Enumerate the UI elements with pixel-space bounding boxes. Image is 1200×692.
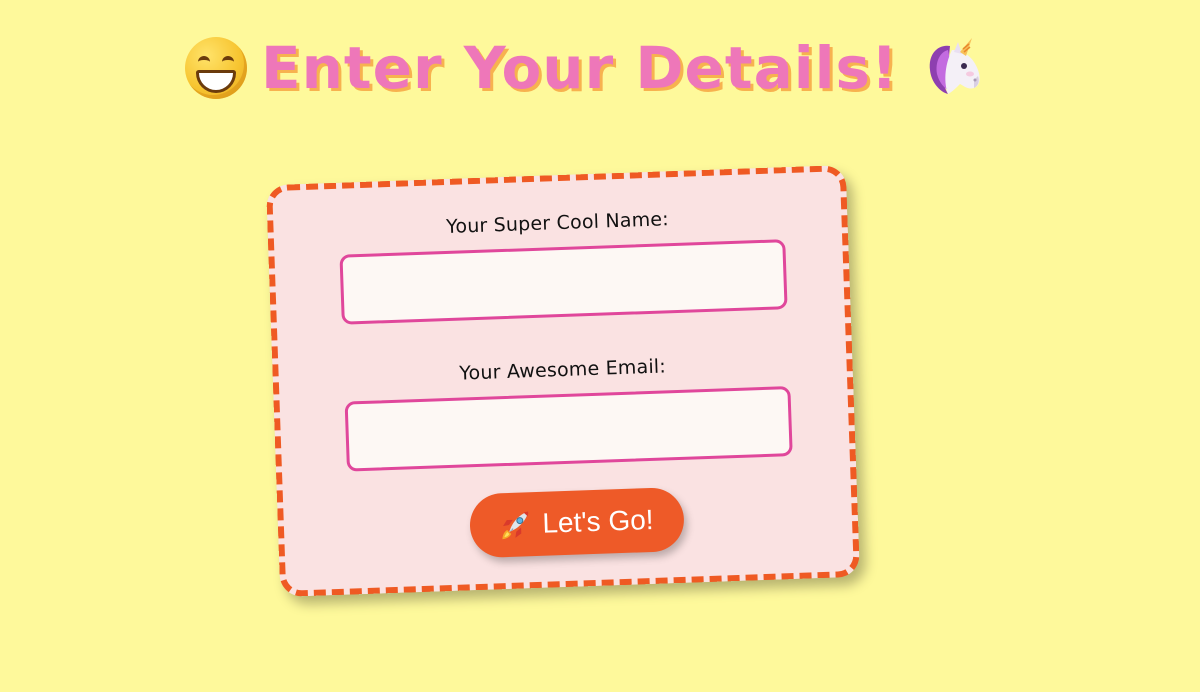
rocket-icon [502, 511, 529, 540]
email-input[interactable] [344, 386, 793, 472]
lets-go-label: Let's Go! [541, 503, 655, 539]
lets-go-button[interactable]: Let's Go! [468, 486, 686, 559]
page-title: Enter Your Details! [261, 34, 899, 102]
name-input[interactable] [339, 239, 788, 325]
name-label: Your Super Cool Name: [445, 208, 670, 238]
grinning-face-icon [185, 37, 247, 99]
page-title-row: Enter Your Details! [185, 28, 981, 108]
details-form-card: Your Super Cool Name: Your Awesome Email… [265, 165, 861, 597]
email-label: Your Awesome Email: [458, 355, 667, 385]
unicorn-icon [930, 38, 981, 94]
